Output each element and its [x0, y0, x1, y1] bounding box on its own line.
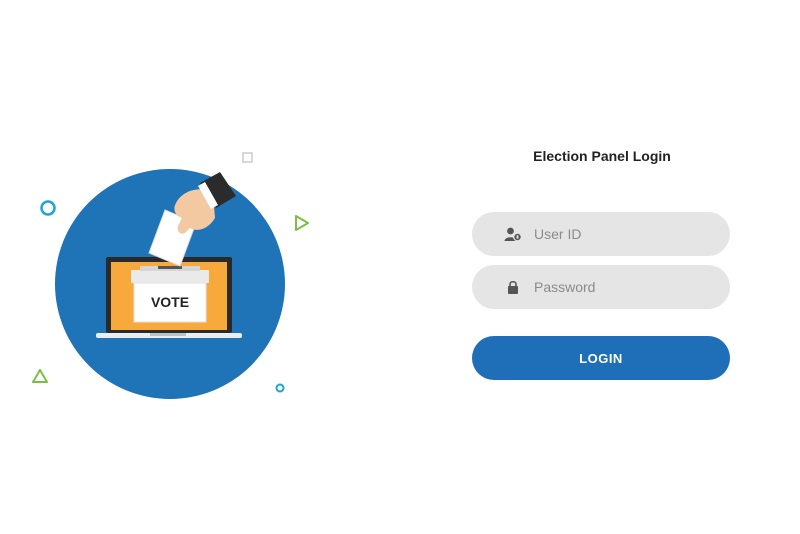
decor-triangle-right-icon	[295, 215, 309, 231]
password-field[interactable]	[472, 265, 730, 309]
password-input[interactable]	[534, 279, 714, 295]
page-title: Election Panel Login	[533, 148, 671, 164]
user-id-input[interactable]	[534, 226, 714, 242]
user-id-icon	[502, 223, 524, 245]
decor-small-circle-icon	[275, 383, 285, 393]
login-button[interactable]: LOGIN	[472, 336, 730, 380]
decor-square-icon	[242, 152, 253, 163]
decor-circle-icon	[40, 200, 56, 216]
ballot-box-top	[131, 270, 209, 283]
ballot-slot	[158, 266, 182, 269]
decor-triangle-up-icon	[32, 369, 48, 383]
ballot-box-laptop-illustration: VOTE	[32, 152, 309, 399]
laptop-notch	[150, 333, 186, 336]
vote-illustration: VOTE	[0, 0, 400, 529]
vote-label: VOTE	[151, 294, 189, 310]
lock-icon	[502, 276, 524, 298]
user-id-field[interactable]	[472, 212, 730, 256]
